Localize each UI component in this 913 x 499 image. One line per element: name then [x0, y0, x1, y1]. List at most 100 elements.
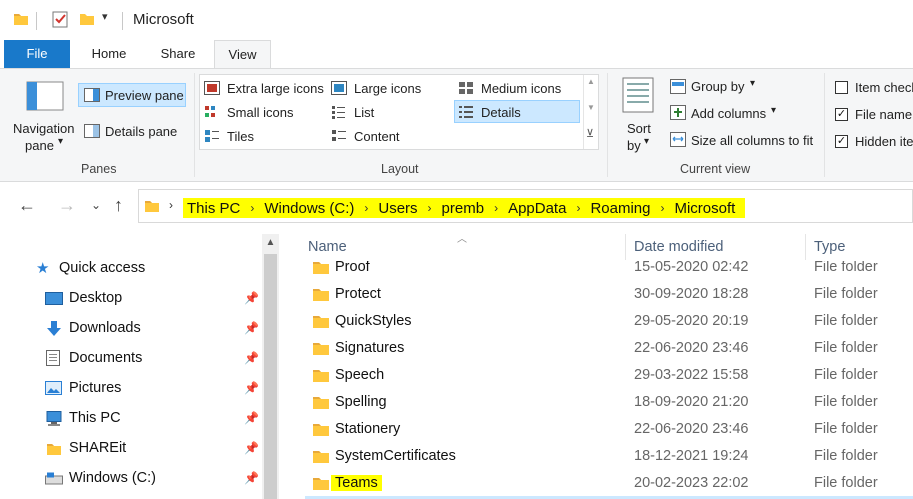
up-arrow-icon[interactable]: ↑	[114, 195, 123, 216]
recent-locations-chevron-icon[interactable]: ⌄	[91, 198, 101, 212]
group-by-label[interactable]: Group by	[691, 79, 744, 94]
gallery-down-icon[interactable]: ▼	[587, 103, 595, 112]
table-row[interactable]: QuickStyles 29-05-2020 20:19 File folder	[305, 309, 913, 336]
pin-icon[interactable]: 📌	[244, 291, 259, 305]
breadcrumb-roaming[interactable]: Roaming	[590, 200, 650, 217]
chevron-right-icon[interactable]: ›	[250, 201, 254, 215]
column-header-name[interactable]: Name	[308, 239, 347, 255]
layout-content[interactable]: Content	[354, 129, 400, 144]
back-arrow-icon[interactable]: ←	[18, 195, 36, 216]
table-row-teams[interactable]: Teams 20-02-2023 22:02 File folder	[305, 471, 913, 498]
title-separator	[122, 12, 123, 30]
address-bar[interactable]: › This PC › Windows (C:) › Users › premb…	[138, 189, 913, 223]
breadcrumb-appdata[interactable]: AppData	[508, 200, 566, 217]
layout-medium-icons[interactable]: Medium icons	[481, 81, 561, 96]
nav-item-this-pc[interactable]: This PC 📌	[0, 405, 262, 433]
layout-small-icons[interactable]: Small icons	[227, 105, 293, 120]
chevron-right-icon[interactable]: ›	[576, 201, 580, 215]
nav-item-quick-access[interactable]: ★ Quick access	[0, 255, 262, 283]
tab-file[interactable]: File	[4, 40, 70, 68]
chevron-right-icon[interactable]: ›	[364, 201, 368, 215]
column-divider[interactable]	[805, 234, 806, 260]
table-row[interactable]: SystemCertificates 18-12-2021 19:24 File…	[305, 444, 913, 471]
layout-tiles[interactable]: Tiles	[227, 129, 254, 144]
table-row[interactable]: Speech 29-03-2022 15:58 File folder	[305, 363, 913, 390]
breadcrumb-this-pc[interactable]: This PC	[187, 200, 240, 217]
details-pane-label[interactable]: Details pane	[105, 124, 177, 139]
sort-by-dropdown-icon[interactable]: ▾	[644, 136, 649, 147]
pin-icon[interactable]: 📌	[244, 321, 259, 335]
hidden-items-label[interactable]: Hidden ite	[855, 134, 913, 149]
nav-scrollbar[interactable]: ▲	[262, 234, 279, 499]
sort-by-label[interactable]: Sort	[627, 121, 651, 136]
nav-item-desktop[interactable]: Desktop 📌	[0, 285, 262, 313]
preview-pane-label[interactable]: Preview pane	[105, 88, 184, 103]
chevron-right-icon[interactable]: ›	[428, 201, 432, 215]
breadcrumb-premb[interactable]: premb	[442, 200, 485, 217]
table-row[interactable]: Signatures 22-06-2020 23:46 File folder	[305, 336, 913, 363]
tab-share[interactable]: Share	[148, 40, 208, 68]
navigation-pane-label-line2[interactable]: pane	[25, 138, 54, 153]
table-row[interactable]: Spelling 18-09-2020 21:20 File folder	[305, 390, 913, 417]
pin-icon[interactable]: 📌	[244, 411, 259, 425]
medium-icons-icon	[459, 82, 473, 94]
sort-by-label-line2[interactable]: by	[627, 138, 641, 153]
title-bar: ▾ Microsoft	[0, 0, 913, 40]
breadcrumb-users[interactable]: Users	[378, 200, 417, 217]
customize-toolbar-dropdown-icon[interactable]: ▾	[102, 10, 108, 23]
tab-home[interactable]: Home	[80, 40, 138, 68]
file-name-extensions-checkbox[interactable]: ✓	[835, 108, 848, 121]
chevron-right-icon[interactable]: ›	[494, 201, 498, 215]
layout-large-icons[interactable]: Large icons	[354, 81, 421, 96]
column-header-type[interactable]: Type	[814, 239, 845, 255]
size-all-columns-label[interactable]: Size all columns to fit	[691, 133, 813, 148]
table-row[interactable]: Proof 15-05-2020 02:42 File folder	[305, 261, 913, 282]
drive-icon	[45, 472, 63, 485]
new-folder-icon[interactable]	[79, 11, 95, 27]
properties-checkmark-icon[interactable]	[52, 11, 69, 28]
preview-pane-icon	[84, 88, 100, 102]
column-header-date-modified[interactable]: Date modified	[634, 239, 723, 255]
breadcrumb-windows-c[interactable]: Windows (C:)	[264, 200, 354, 217]
pin-icon[interactable]: 📌	[244, 471, 259, 485]
nav-item-documents[interactable]: Documents 📌	[0, 345, 262, 373]
group-by-dropdown-icon[interactable]: ▾	[750, 78, 755, 89]
add-columns-label[interactable]: Add columns	[691, 106, 766, 121]
forward-arrow-icon[interactable]: →	[58, 195, 76, 216]
file-date: 22-06-2020 23:46	[634, 340, 749, 356]
column-divider[interactable]	[625, 234, 626, 260]
scrollbar-thumb[interactable]	[264, 254, 277, 499]
nav-item-windows-c[interactable]: Windows (C:) 📌	[0, 465, 262, 493]
nav-item-pictures[interactable]: Pictures 📌	[0, 375, 262, 403]
pin-icon[interactable]: 📌	[244, 441, 259, 455]
navigation-pane-label[interactable]: Navigation	[13, 121, 74, 136]
layout-details[interactable]: Details	[481, 105, 521, 120]
gallery-up-icon[interactable]: ▲	[587, 77, 595, 86]
item-check-boxes-label[interactable]: Item check	[855, 80, 913, 95]
table-row[interactable]: Protect 30-09-2020 18:28 File folder	[305, 282, 913, 309]
chevron-right-icon[interactable]: ›	[169, 198, 173, 212]
layout-list[interactable]: List	[354, 105, 374, 120]
chevron-right-icon[interactable]: ›	[660, 201, 664, 215]
hidden-items-checkbox[interactable]: ✓	[835, 135, 848, 148]
file-name-extensions-label[interactable]: File name	[855, 107, 912, 122]
pin-icon[interactable]: 📌	[244, 381, 259, 395]
large-icons-icon	[331, 81, 347, 95]
address-row: ← → ⌄ ↑ › This PC › Windows (C:) › Users…	[0, 182, 913, 230]
layout-gallery-scroller[interactable]: ▲ ▼ ⊻	[583, 75, 598, 149]
add-columns-dropdown-icon[interactable]: ▾	[771, 105, 776, 116]
table-row[interactable]: Stationery 22-06-2020 23:46 File folder	[305, 417, 913, 444]
breadcrumb-microsoft[interactable]: Microsoft	[674, 200, 735, 217]
gallery-more-icon[interactable]: ⊻	[586, 127, 594, 140]
file-type: File folder	[814, 367, 878, 383]
scroll-up-icon[interactable]: ▲	[262, 234, 279, 251]
item-check-boxes-checkbox[interactable]	[835, 81, 848, 94]
navigation-pane-dropdown-icon[interactable]: ▾	[58, 136, 63, 147]
nav-item-label: Windows (C:)	[69, 470, 157, 486]
tab-view[interactable]: View	[214, 40, 271, 69]
layout-extra-large-icons[interactable]: Extra large icons	[227, 81, 324, 96]
pin-icon[interactable]: 📌	[244, 351, 259, 365]
nav-item-shareit[interactable]: SHAREit 📌	[0, 435, 262, 463]
file-date: 18-12-2021 19:24	[634, 448, 749, 464]
nav-item-downloads[interactable]: Downloads 📌	[0, 315, 262, 343]
